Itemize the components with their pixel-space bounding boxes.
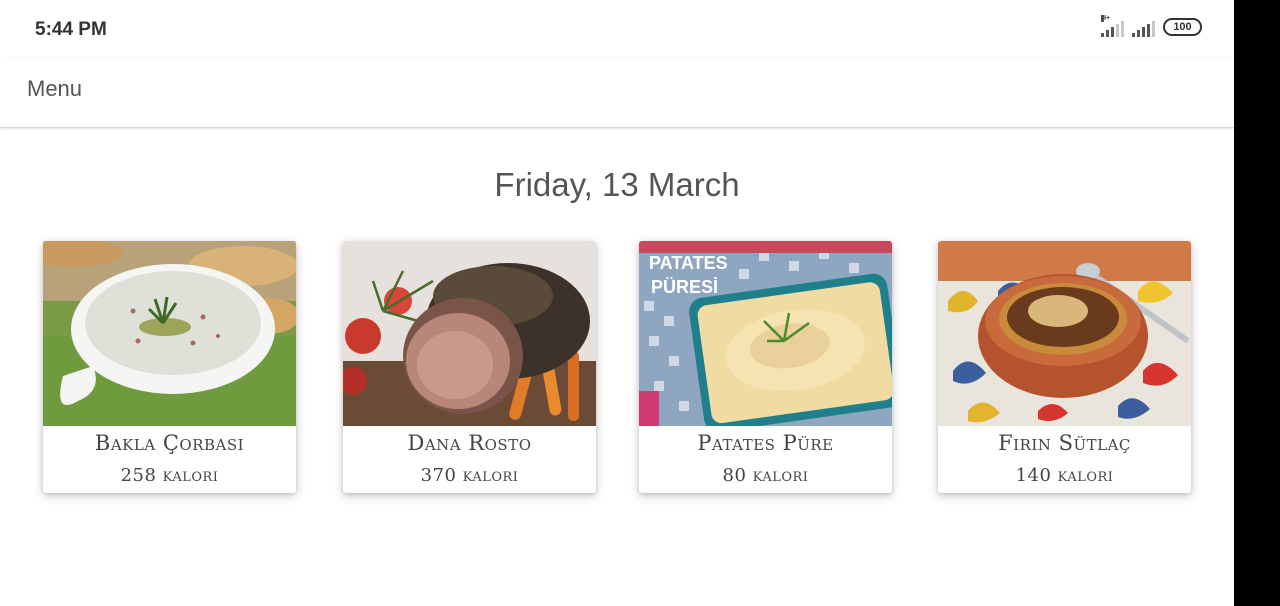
status-icons: H+ 100 <box>1101 15 1202 37</box>
date-heading: Friday, 13 March <box>494 166 740 203</box>
meal-name: Patates Püre <box>697 431 834 455</box>
meal-calories: 258 kalori <box>120 465 219 486</box>
battery-icon: 100 <box>1163 18 1202 36</box>
meal-name: Dana Rosto <box>407 431 532 455</box>
meal-name: Fırın Sütlaç <box>998 431 1131 455</box>
network-type-label: H+ <box>1101 15 1111 22</box>
bean-soup-photo <box>43 241 296 426</box>
meal-card[interactable]: PATATES PÜRESİ Patates Püre 80 kalori <box>639 241 892 493</box>
image-text-line-2: PÜRESİ <box>651 277 718 297</box>
meal-calories: 80 kalori <box>722 465 809 486</box>
mashed-potato-photo: PATATES PÜRESİ <box>639 241 892 426</box>
rice-pudding-photo <box>938 241 1191 426</box>
meal-name: Bakla Çorbası <box>94 431 245 455</box>
status-bar: 5:44 PM H+ 100 <box>0 0 1234 58</box>
image-text-line-1: PATATES <box>649 253 728 273</box>
meal-card[interactable]: Bakla Çorbası 258 kalori <box>43 241 296 493</box>
mobile-data-signal-icon: H+ <box>1101 15 1124 37</box>
phone-screen: 5:44 PM H+ 100 Menu Friday, 13 March Bak… <box>0 0 1234 606</box>
navigation-edge <box>1234 0 1280 606</box>
app-bar: Menu <box>0 58 1234 128</box>
app-title: Menu <box>27 76 83 101</box>
status-time: 5:44 PM <box>35 19 107 40</box>
roast-beef-photo <box>343 241 596 426</box>
battery-level: 100 <box>1173 21 1192 33</box>
cell-signal-icon <box>1132 19 1155 37</box>
meal-calories: 370 kalori <box>420 465 519 486</box>
meal-calories: 140 kalori <box>1015 465 1114 486</box>
meal-card[interactable]: Fırın Sütlaç 140 kalori <box>938 241 1191 493</box>
meal-card[interactable]: Dana Rosto 370 kalori <box>343 241 596 493</box>
